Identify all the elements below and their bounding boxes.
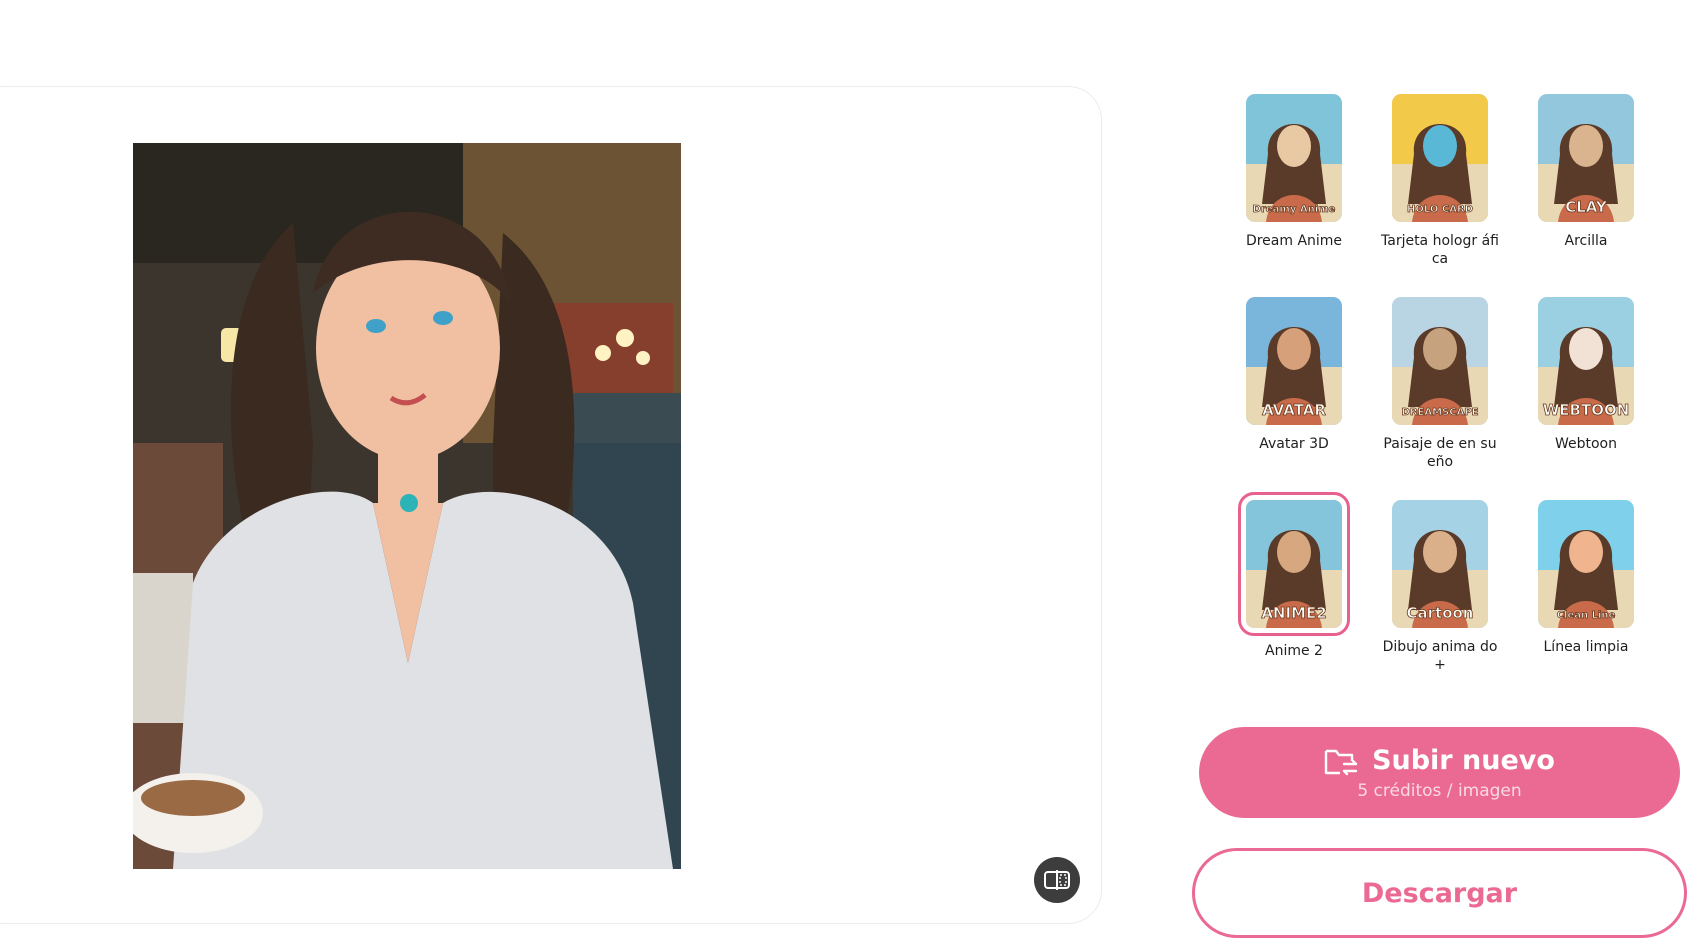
upload-row: Subir nuevo: [1324, 745, 1555, 777]
style-option-dreamscape[interactable]: DREAMSCAPE Paisaje de en sueño: [1380, 297, 1500, 471]
style-thumbnail-caption: ANIME2: [1261, 604, 1326, 622]
style-thumbnail-art: DREAMSCAPE: [1392, 297, 1488, 425]
style-label: Anime 2: [1265, 643, 1323, 659]
style-thumbnail: AVATAR: [1246, 297, 1342, 425]
style-thumbnail-caption: WEBTOON: [1543, 401, 1630, 419]
style-thumbnail-caption: HOLO CARD: [1407, 204, 1473, 215]
style-label: Línea limpia: [1543, 639, 1629, 655]
style-label: Webtoon: [1554, 436, 1617, 452]
style-thumbnail-art: WEBTOON: [1538, 297, 1634, 425]
download-label: Descargar: [1361, 877, 1518, 909]
style-label: Paisaje de en sueño: [1383, 436, 1497, 470]
style-thumbnail: DREAMSCAPE: [1392, 297, 1488, 425]
style-option-webtoon[interactable]: WEBTOON Webtoon: [1526, 297, 1646, 453]
style-grid: Dreamy Anime Dream Anime HOLO CARD Tarje…: [1230, 94, 1650, 694]
style-option-anime-2[interactable]: ANIME2 Anime 2: [1234, 492, 1354, 660]
style-thumbnail: ANIME2: [1238, 492, 1350, 636]
style-option-clay[interactable]: CLAY Arcilla: [1526, 94, 1646, 250]
style-thumbnail-art: Dreamy Anime: [1246, 94, 1342, 222]
upload-credits-text: 5 créditos / imagen: [1357, 780, 1522, 801]
upload-title: Subir nuevo: [1372, 745, 1555, 776]
style-option-cartoon-plus[interactable]: Cartoon Dibujo anima do+: [1380, 500, 1500, 674]
style-thumbnail-caption: Clean Line: [1557, 610, 1616, 621]
folder-swap-icon: [1324, 749, 1358, 775]
style-thumbnail-art: HOLO CARD: [1392, 94, 1488, 222]
compare-button[interactable]: [1034, 857, 1080, 903]
style-option-clean-line[interactable]: Clean Line Línea limpia: [1526, 500, 1646, 656]
style-thumbnail-art: CLAY: [1538, 94, 1634, 222]
style-label: Avatar 3D: [1259, 436, 1329, 452]
style-thumbnail-caption: CLAY: [1565, 198, 1608, 216]
style-thumbnail: WEBTOON: [1538, 297, 1634, 425]
style-thumbnail: Cartoon: [1392, 500, 1488, 628]
style-option-avatar-3d[interactable]: AVATAR Avatar 3D: [1234, 297, 1354, 453]
download-button[interactable]: Descargar: [1192, 848, 1687, 938]
result-image: [133, 143, 681, 869]
style-option-holo-card[interactable]: HOLO CARD Tarjeta hologr áfica: [1380, 94, 1500, 268]
style-thumbnail-art: AVATAR: [1246, 297, 1342, 425]
style-label: Dream Anime: [1245, 233, 1343, 249]
style-thumbnail-caption: Cartoon: [1407, 604, 1474, 622]
style-label: Arcilla: [1564, 233, 1608, 249]
style-thumbnail-art: Cartoon: [1392, 500, 1488, 628]
compare-split-icon: [1044, 870, 1070, 890]
style-option-dream-anime[interactable]: Dreamy Anime Dream Anime: [1234, 94, 1354, 250]
style-thumbnail-caption: DREAMSCAPE: [1402, 407, 1479, 418]
style-thumbnail: HOLO CARD: [1392, 94, 1488, 222]
upload-new-button[interactable]: Subir nuevo 5 créditos / imagen: [1199, 727, 1680, 818]
style-label: Tarjeta hologr áfica: [1381, 233, 1499, 267]
style-thumbnail-art: ANIME2: [1246, 500, 1342, 628]
style-label: Dibujo anima do+: [1382, 639, 1498, 673]
style-thumbnail-caption: Dreamy Anime: [1253, 204, 1336, 215]
style-thumbnail: Clean Line: [1538, 500, 1634, 628]
style-thumbnail-caption: AVATAR: [1262, 401, 1326, 419]
style-thumbnail: CLAY: [1538, 94, 1634, 222]
style-thumbnail: Dreamy Anime: [1246, 94, 1342, 222]
anime-portrait-illustration: [133, 143, 681, 869]
style-thumbnail-art: Clean Line: [1538, 500, 1634, 628]
